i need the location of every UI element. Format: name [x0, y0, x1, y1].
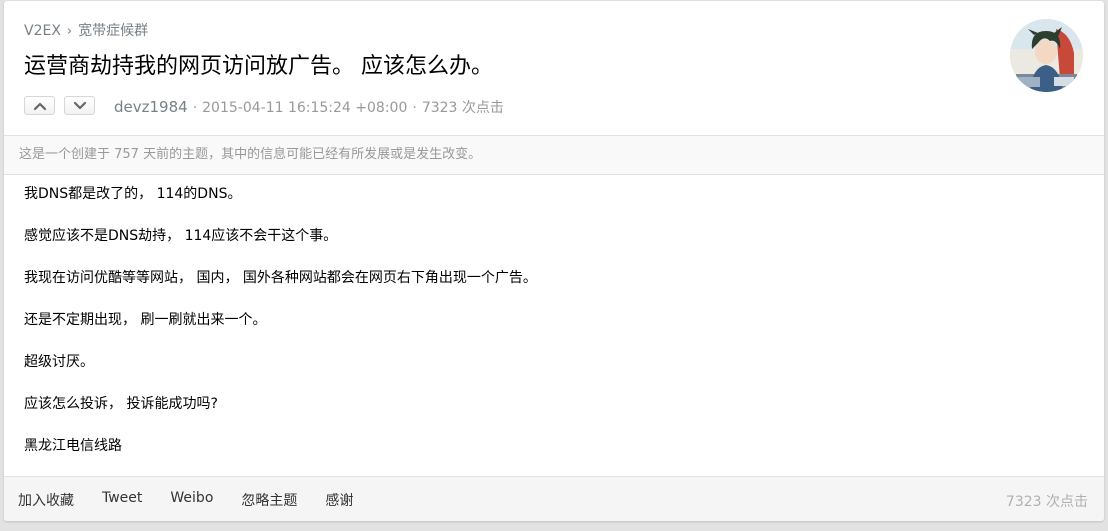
content-paragraph: 还是不定期出现， 刷一刷就出来一个。 [24, 312, 267, 328]
author-link[interactable]: devz1984 [114, 98, 188, 116]
favorite-link[interactable]: 加入收藏 [18, 490, 74, 510]
topic-title: 运营商劫持我的网页访问放广告。 应该怎么办。 [24, 54, 493, 79]
weibo-link[interactable]: Weibo [170, 490, 213, 510]
content-paragraph: 超级讨厌。 [24, 354, 94, 370]
topic-actions: 加入收藏 Tweet Weibo 忽略主题 感谢 [18, 490, 381, 510]
content-paragraph: 我DNS都是改了的， 114的DNS。 [24, 186, 242, 202]
chevron-down-icon [73, 101, 86, 109]
meta-dot: · [412, 100, 417, 116]
topic-header: V2EX › 宽带症候群 运营商劫持我的网页访问放广告。 应该怎么办。 devz19… [4, 1, 1104, 136]
ignore-topic-link[interactable]: 忽略主题 [241, 490, 297, 510]
content-paragraph: 黑龙江电信线路 [24, 438, 122, 454]
topic-box: V2EX › 宽带症候群 运营商劫持我的网页访问放广告。 应该怎么办。 devz19… [4, 1, 1104, 521]
breadcrumb-node-link[interactable]: 宽带症候群 [78, 23, 148, 39]
breadcrumb-site-link[interactable]: V2EX [24, 23, 61, 39]
downvote-button[interactable] [64, 96, 95, 115]
topic-datetime: 2015-04-11 16:15:24 +08:00 [202, 100, 408, 116]
topic-age-notice: 这是一个创建于 757 天前的主题，其中的信息可能已经有所发展或是发生改变。 [4, 136, 1104, 175]
topic-content: 我DNS都是改了的， 114的DNS。 感觉应该不是DNS劫持， 114应该不会… [4, 175, 1104, 477]
avatar-image [1010, 19, 1083, 92]
upvote-button[interactable] [24, 96, 55, 115]
vote-buttons [24, 96, 95, 115]
thank-link[interactable]: 感谢 [325, 490, 353, 510]
footer-view-count: 7323 次点击 [1005, 494, 1088, 510]
topic-footer: 加入收藏 Tweet Weibo 忽略主题 感谢 7323 次点击 [4, 476, 1104, 521]
chevron-up-icon [33, 102, 46, 110]
content-paragraph: 我现在访问优酷等等网站， 国内， 国外各种网站都会在网页右下角出现一个广告。 [24, 270, 537, 286]
topic-meta: devz1984 · 2015-04-11 16:15:24 +08:00 · 7323… [114, 97, 504, 117]
user-avatar[interactable] [1010, 19, 1083, 92]
breadcrumb-separator: › [66, 24, 73, 39]
breadcrumb: V2EX › 宽带症候群 [24, 20, 148, 40]
tweet-link[interactable]: Tweet [102, 490, 142, 510]
topic-views: 7323 次点击 [421, 100, 504, 116]
content-paragraph: 应该怎么投诉， 投诉能成功吗? [24, 396, 218, 412]
meta-dot: · [192, 100, 198, 116]
content-paragraph: 感觉应该不是DNS劫持， 114应该不会干这个事。 [24, 228, 338, 244]
